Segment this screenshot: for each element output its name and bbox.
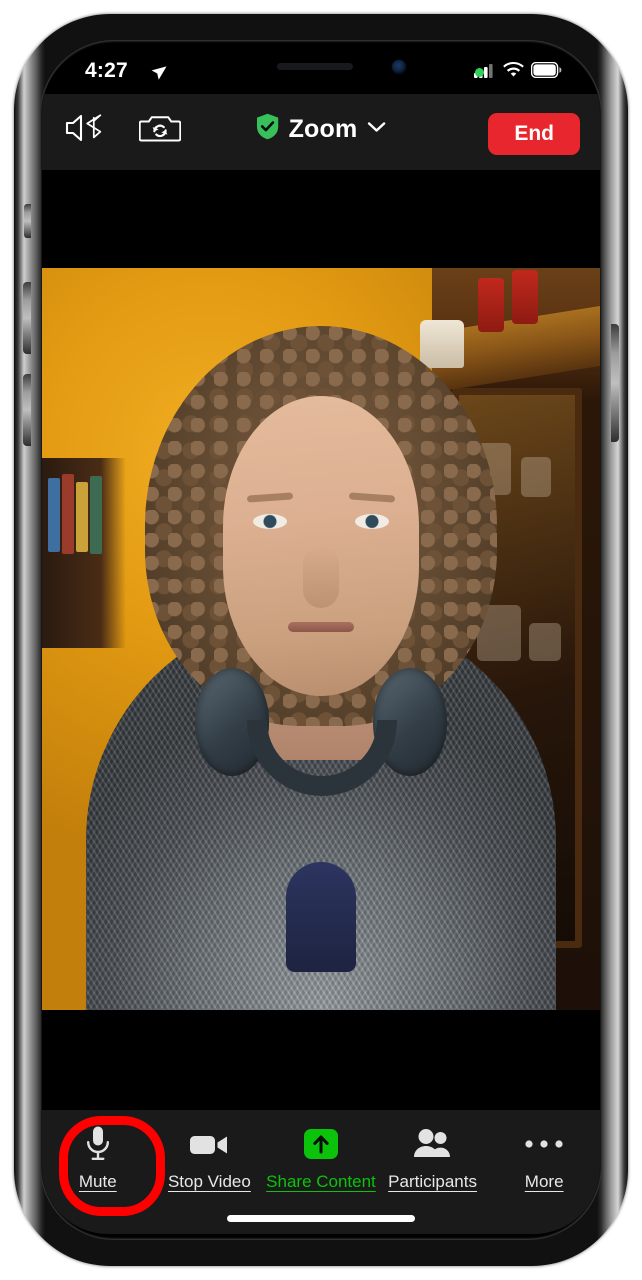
microphone-icon bbox=[85, 1124, 111, 1164]
flip-camera-icon bbox=[138, 116, 182, 148]
eyebrow bbox=[246, 492, 294, 503]
eye bbox=[355, 514, 389, 529]
meeting-title: Zoom bbox=[288, 114, 358, 143]
camera-active-dot bbox=[475, 68, 484, 77]
location-arrow-icon bbox=[149, 63, 168, 87]
battery-icon bbox=[530, 61, 562, 83]
self-video-feed[interactable] bbox=[42, 268, 600, 1010]
left-shelf bbox=[42, 458, 126, 648]
shelf-item bbox=[529, 623, 561, 661]
wifi-icon bbox=[503, 61, 524, 83]
book bbox=[76, 482, 88, 552]
eyebrow bbox=[348, 492, 396, 503]
white-jar bbox=[420, 320, 464, 368]
silent-switch[interactable] bbox=[24, 204, 31, 238]
more-button[interactable]: More bbox=[488, 1110, 600, 1192]
status-indicators bbox=[474, 61, 562, 83]
mute-label: Mute bbox=[78, 1172, 117, 1191]
stop-video-label: Stop Video bbox=[167, 1172, 251, 1191]
share-up-arrow-icon bbox=[302, 1124, 340, 1164]
participants-button[interactable]: Participants bbox=[377, 1110, 489, 1192]
phone-screen: 4:27 Zoom End Mute Stop Video Share Cont… bbox=[42, 46, 600, 1234]
volume-up-button[interactable] bbox=[23, 282, 31, 354]
earpiece-speaker-icon bbox=[276, 63, 353, 70]
nose bbox=[303, 546, 339, 608]
shield-check-icon bbox=[256, 113, 280, 145]
zoom-top-bar: Zoom End bbox=[42, 94, 600, 170]
mute-button[interactable]: Mute bbox=[42, 1110, 154, 1192]
more-ellipsis-icon bbox=[524, 1124, 564, 1164]
book bbox=[48, 478, 60, 552]
volume-down-button[interactable] bbox=[23, 374, 31, 446]
video-camera-icon bbox=[189, 1124, 229, 1164]
participants-label: Participants bbox=[388, 1172, 477, 1191]
share-content-label: Share Content bbox=[266, 1172, 376, 1191]
front-camera-icon bbox=[392, 60, 406, 74]
headphone-band bbox=[247, 720, 397, 796]
participant-face bbox=[223, 396, 419, 696]
speaker-bluetooth-icon bbox=[64, 112, 110, 149]
shirt-collar bbox=[286, 862, 356, 972]
notch bbox=[210, 46, 432, 94]
share-content-button[interactable]: Share Content bbox=[265, 1110, 377, 1192]
speaker-bluetooth-button[interactable] bbox=[64, 112, 110, 149]
flip-camera-button[interactable] bbox=[138, 112, 182, 149]
power-button[interactable] bbox=[611, 324, 619, 442]
chevron-down-icon[interactable] bbox=[366, 120, 386, 139]
headphones bbox=[195, 668, 447, 798]
status-time: 4:27 bbox=[85, 59, 128, 82]
mouth bbox=[288, 622, 354, 632]
book bbox=[90, 476, 102, 554]
shelf-item bbox=[521, 457, 551, 497]
eye bbox=[253, 514, 287, 529]
end-call-button[interactable]: End bbox=[488, 113, 580, 155]
video-stage[interactable] bbox=[42, 170, 600, 1110]
participants-people-icon bbox=[412, 1124, 454, 1164]
meeting-title-group[interactable]: Zoom bbox=[256, 113, 387, 145]
home-indicator[interactable] bbox=[227, 1215, 415, 1222]
red-lantern bbox=[512, 270, 538, 324]
more-label: More bbox=[524, 1172, 564, 1191]
book bbox=[62, 474, 74, 554]
red-lantern bbox=[478, 278, 504, 332]
stop-video-button[interactable]: Stop Video bbox=[154, 1110, 266, 1192]
